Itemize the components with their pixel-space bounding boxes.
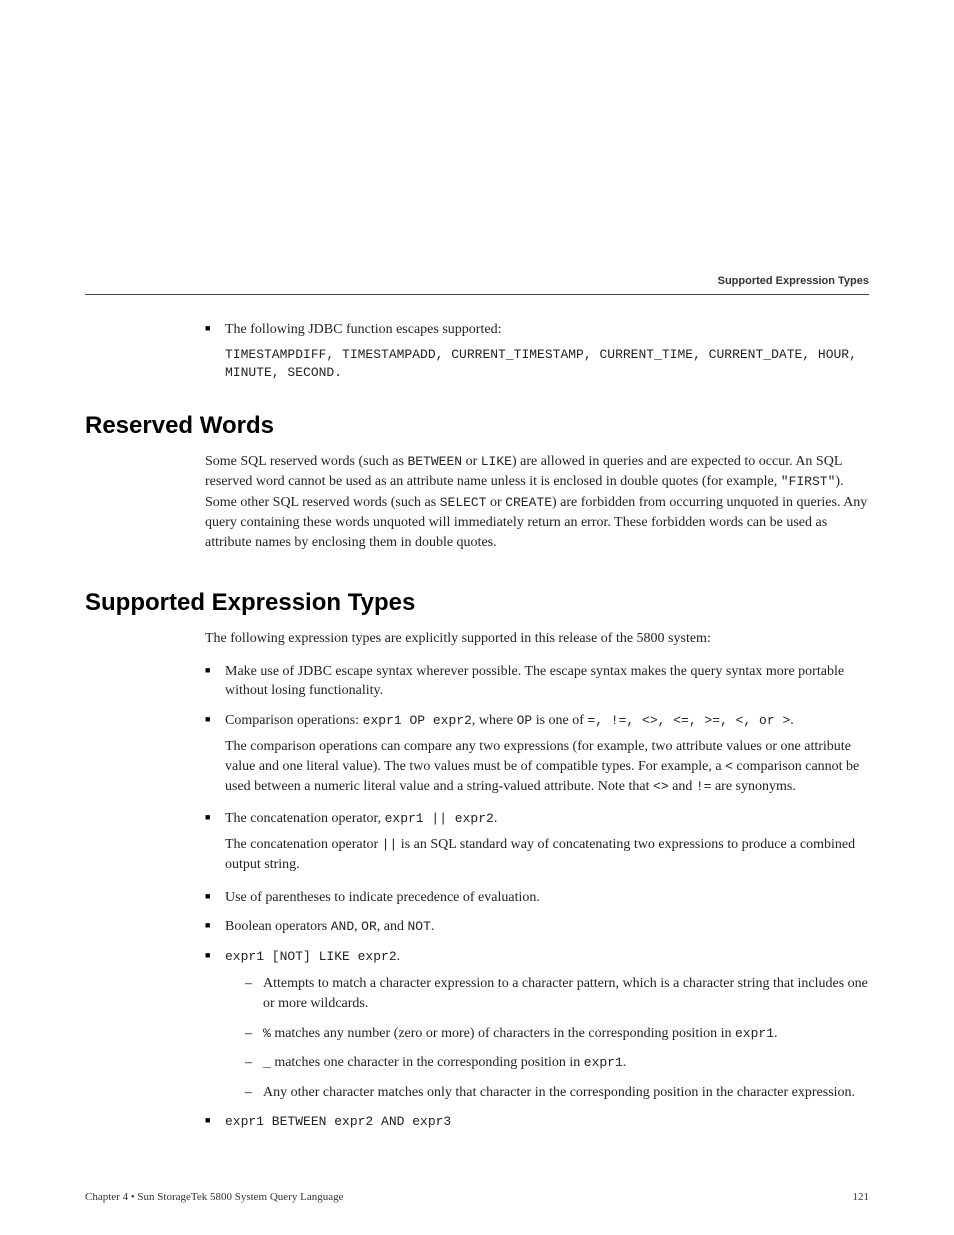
bullet-text: expr1 BETWEEN expr2 AND expr3	[225, 1114, 451, 1129]
running-header: Supported Expression Types	[718, 275, 869, 287]
bullet-text: Make use of JDBC escape syntax wherever …	[225, 664, 844, 699]
page-footer: Chapter 4 • Sun StorageTek 5800 System Q…	[85, 1191, 869, 1203]
bullet-text: Boolean operators AND, OR, and NOT.	[225, 919, 434, 934]
bullet-text: Comparison operations: expr1 OP expr2, w…	[225, 713, 794, 728]
list-item: Boolean operators AND, OR, and NOT.	[205, 917, 869, 937]
list-item: expr1 BETWEEN expr2 AND expr3	[205, 1112, 869, 1132]
header-rule	[85, 294, 869, 295]
bullet-text: Use of parentheses to indicate precedenc…	[225, 890, 540, 905]
paragraph: Some SQL reserved words (such as BETWEEN…	[205, 452, 869, 553]
list-item: Make use of JDBC escape syntax wherever …	[205, 662, 869, 701]
footer-chapter: Chapter 4 • Sun StorageTek 5800 System Q…	[85, 1191, 343, 1203]
list-item: Use of parentheses to indicate precedenc…	[205, 888, 869, 908]
list-item: Comparison operations: expr1 OP expr2, w…	[205, 711, 869, 797]
page-content: The following JDBC function escapes supp…	[0, 0, 954, 1202]
list-item: The following JDBC function escapes supp…	[205, 320, 869, 382]
page-number: 121	[853, 1191, 870, 1203]
jdbc-escapes-list: The following JDBC function escapes supp…	[205, 320, 869, 382]
supported-list: Make use of JDBC escape syntax wherever …	[205, 662, 869, 1132]
list-item: expr1 [NOT] LIKE expr2. Attempts to matc…	[205, 947, 869, 1103]
code-block: TIMESTAMPDIFF, TIMESTAMPADD, CURRENT_TIM…	[225, 346, 869, 382]
list-item: _ matches one character in the correspon…	[245, 1053, 869, 1073]
heading-supported-expression-types: Supported Expression Types	[85, 589, 869, 617]
heading-reserved-words: Reserved Words	[85, 412, 869, 440]
supported-intro: The following expression types are expli…	[205, 629, 869, 649]
paragraph: The concatenation operator || is an SQL …	[225, 835, 869, 876]
list-item: Any other character matches only that ch…	[245, 1083, 869, 1103]
list-item: % matches any number (zero or more) of c…	[245, 1024, 869, 1044]
list-item: The concatenation operator, expr1 || exp…	[205, 809, 869, 875]
list-item: Attempts to match a character expression…	[245, 974, 869, 1013]
bullet-text: The concatenation operator, expr1 || exp…	[225, 811, 497, 826]
bullet-text: The following JDBC function escapes supp…	[225, 322, 501, 337]
like-sublist: Attempts to match a character expression…	[245, 974, 869, 1102]
bullet-text: expr1 [NOT] LIKE expr2.	[225, 949, 400, 964]
paragraph: The following expression types are expli…	[205, 629, 869, 649]
paragraph: The comparison operations can compare an…	[225, 737, 869, 798]
reserved-words-body: Some SQL reserved words (such as BETWEEN…	[205, 452, 869, 553]
